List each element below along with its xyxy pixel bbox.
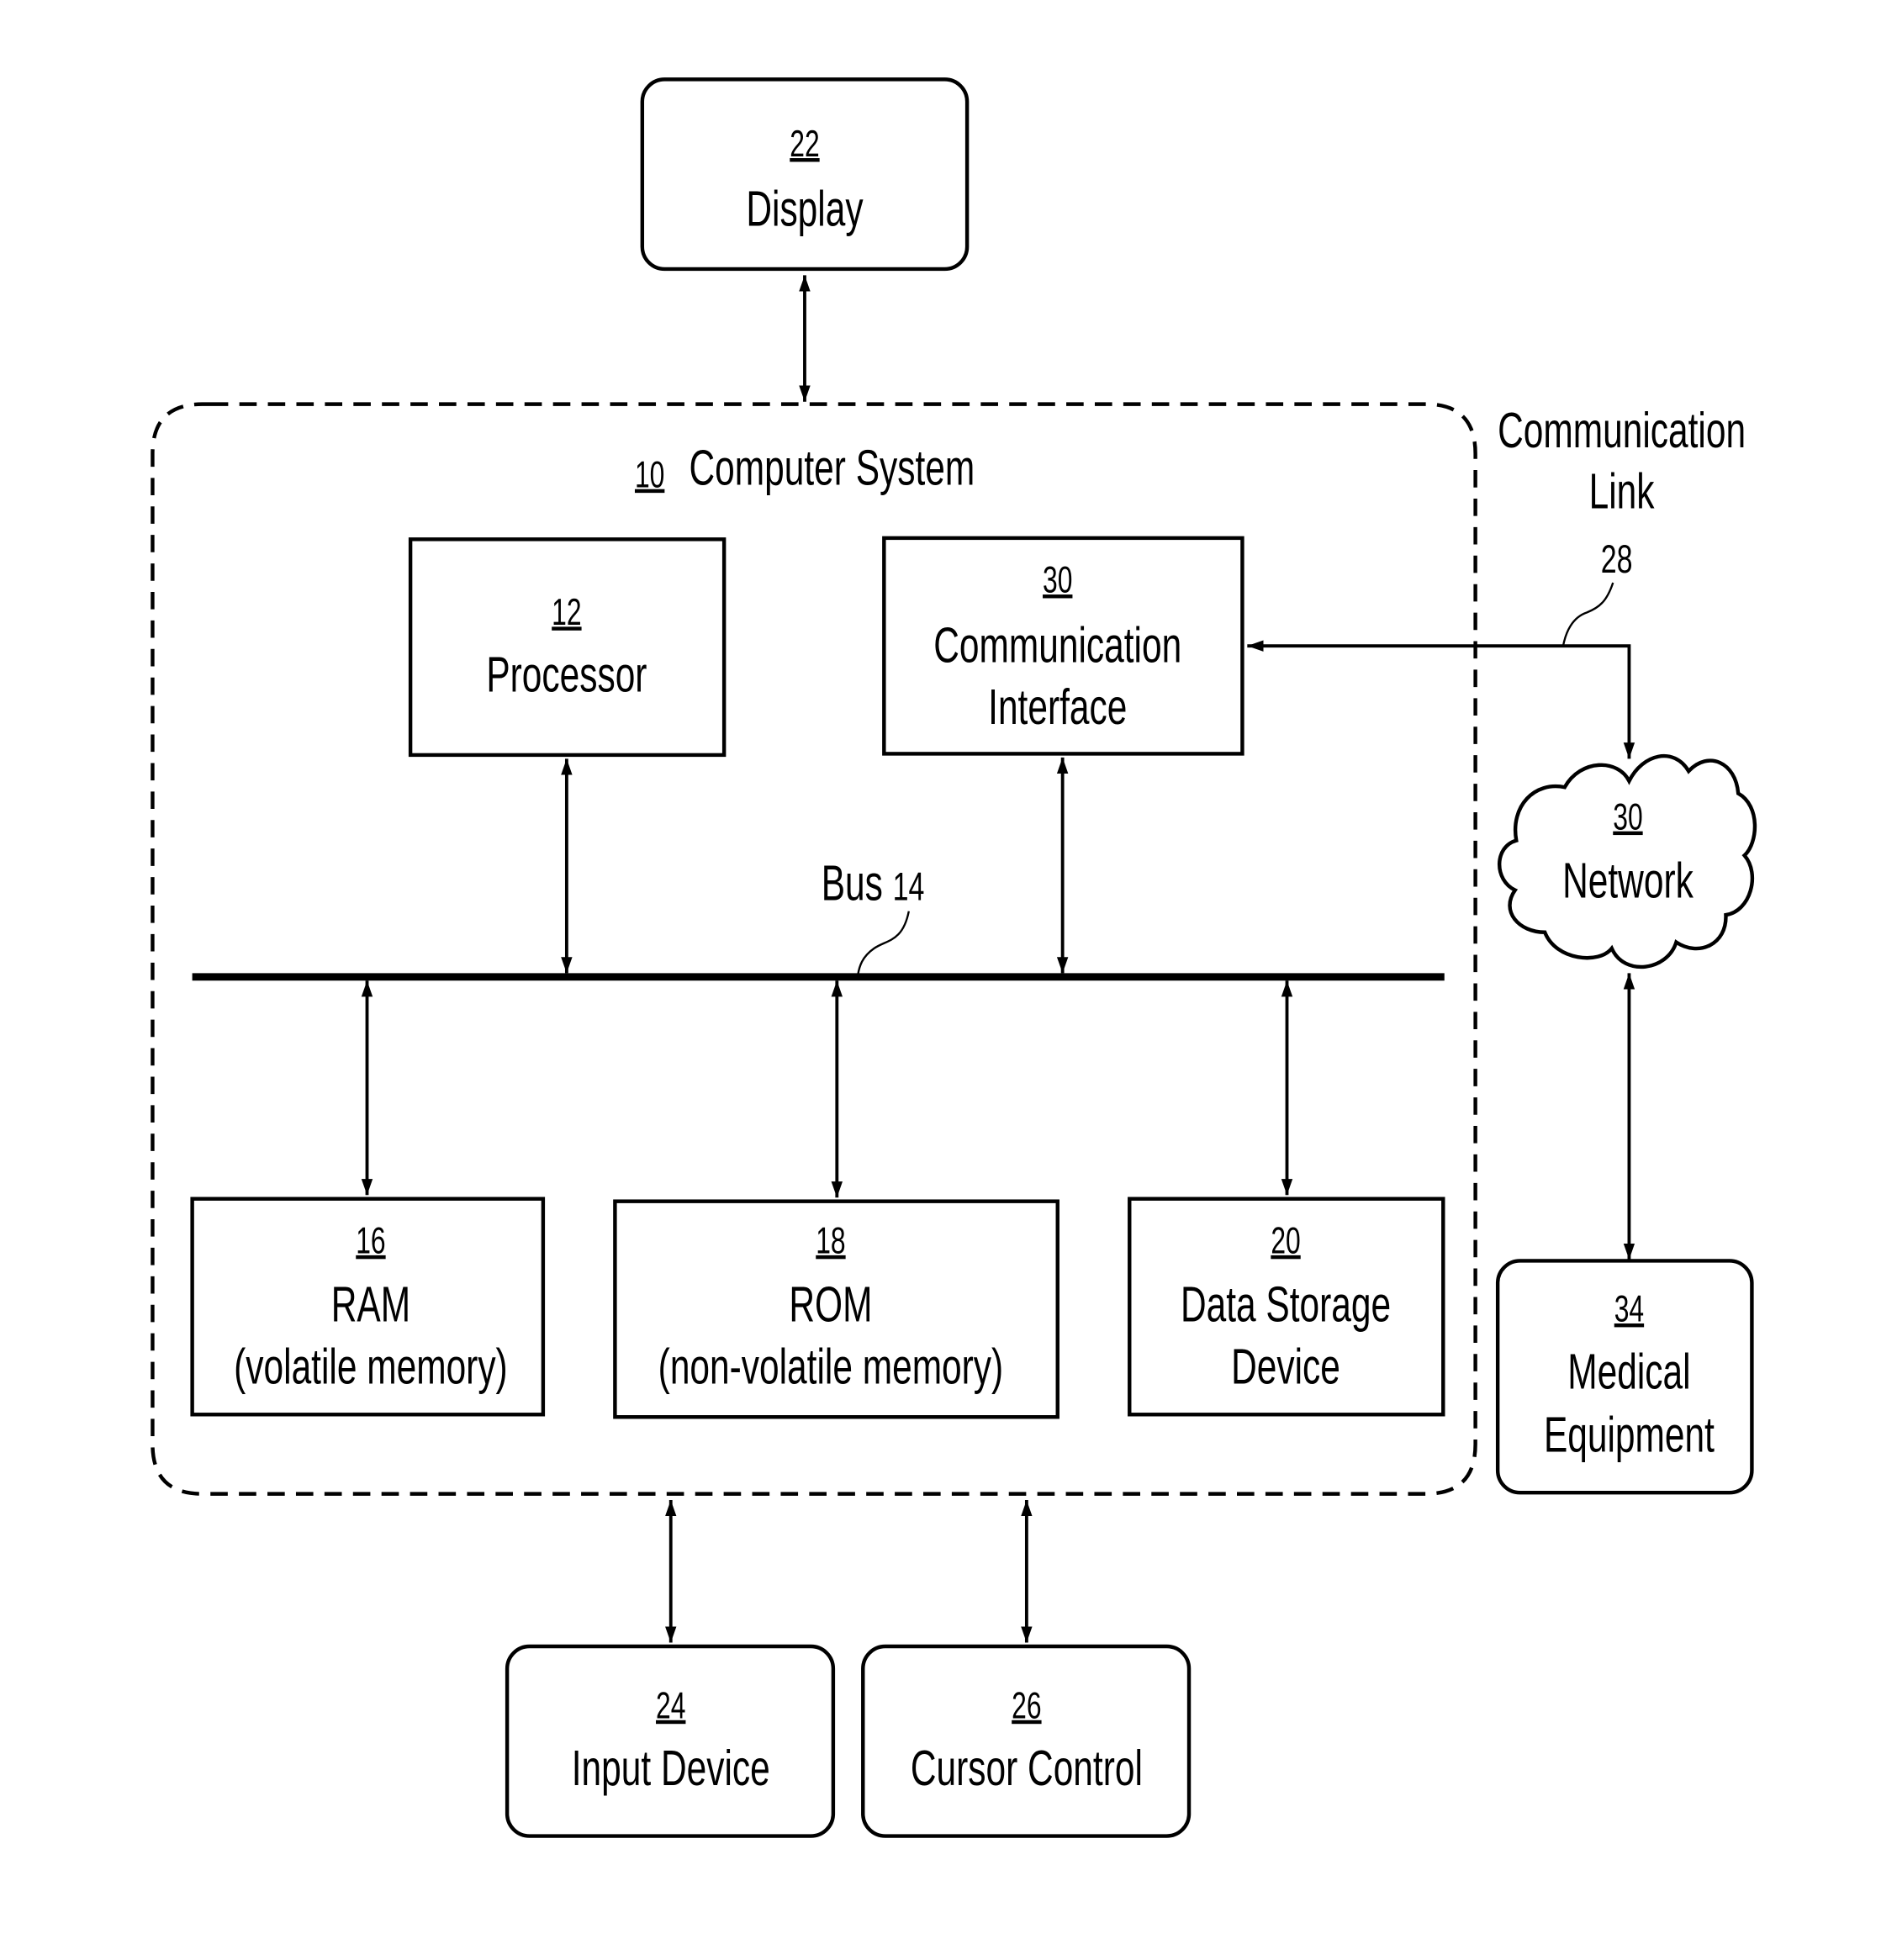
comm-interface-label-1: Communication bbox=[933, 616, 1181, 673]
medical-ref: 34 bbox=[1614, 1289, 1644, 1330]
rom-node[interactable]: 18 ROM (non-volatile memory) bbox=[613, 1199, 1059, 1419]
medical-equipment-node[interactable]: 34 Medical Equipment bbox=[1495, 1259, 1754, 1495]
rom-ref: 18 bbox=[816, 1221, 845, 1262]
computer-system-diagram: 22 Display 10 Computer System 12 Process… bbox=[151, 77, 1757, 1838]
comm-link-leader-line bbox=[1562, 582, 1614, 645]
comm-link-ref: 28 bbox=[1601, 537, 1633, 582]
rom-label-2: (non-volatile memory) bbox=[658, 1338, 1004, 1394]
comm-interface-label-2: Interface bbox=[988, 679, 1127, 735]
ram-label-2: (volatile memory) bbox=[234, 1338, 508, 1394]
communication-interface-node[interactable]: 30 Communication Interface bbox=[882, 536, 1244, 756]
network-node[interactable]: 30 Network bbox=[1497, 754, 1757, 969]
ram-node[interactable]: 16 RAM (volatile memory) bbox=[190, 1197, 546, 1417]
bus-ref: 14 bbox=[893, 864, 925, 909]
display-label: Display bbox=[746, 180, 863, 236]
comm-link-label-1: Communication bbox=[1498, 402, 1746, 458]
storage-label-2: Device bbox=[1231, 1338, 1340, 1394]
input-ref: 24 bbox=[656, 1685, 685, 1726]
storage-ref: 20 bbox=[1271, 1221, 1300, 1262]
ram-label-1: RAM bbox=[331, 1276, 410, 1333]
network-label: Network bbox=[1562, 853, 1694, 909]
ram-ref: 16 bbox=[356, 1221, 385, 1262]
bus-label: Bus bbox=[822, 854, 883, 911]
medical-label-1: Medical bbox=[1567, 1343, 1690, 1399]
processor-label: Processor bbox=[486, 647, 647, 703]
comm-link-line bbox=[1247, 640, 1635, 759]
bus-leader-line bbox=[857, 911, 910, 975]
comm-link-label-2: Link bbox=[1589, 463, 1655, 520]
cursor-ref: 26 bbox=[1012, 1685, 1041, 1726]
network-ref: 30 bbox=[1613, 796, 1642, 837]
medical-label-2: Equipment bbox=[1544, 1407, 1715, 1463]
system-ref: 10 bbox=[635, 454, 664, 495]
cursor-label: Cursor Control bbox=[911, 1740, 1143, 1796]
system-label: Computer System bbox=[690, 440, 975, 496]
display-node[interactable]: 22 Display bbox=[640, 77, 970, 272]
storage-label-1: Data Storage bbox=[1181, 1276, 1391, 1333]
comm-interface-ref: 30 bbox=[1043, 560, 1072, 601]
cursor-control-node[interactable]: 26 Cursor Control bbox=[861, 1644, 1192, 1838]
data-storage-node[interactable]: 20 Data Storage Device bbox=[1128, 1197, 1445, 1417]
processor-node[interactable]: 12 Processor bbox=[408, 537, 727, 758]
input-device-node[interactable]: 24 Input Device bbox=[505, 1644, 836, 1838]
rom-label-1: ROM bbox=[789, 1276, 872, 1333]
input-label: Input Device bbox=[572, 1740, 770, 1796]
processor-ref: 12 bbox=[552, 592, 581, 633]
display-ref: 22 bbox=[790, 124, 819, 165]
